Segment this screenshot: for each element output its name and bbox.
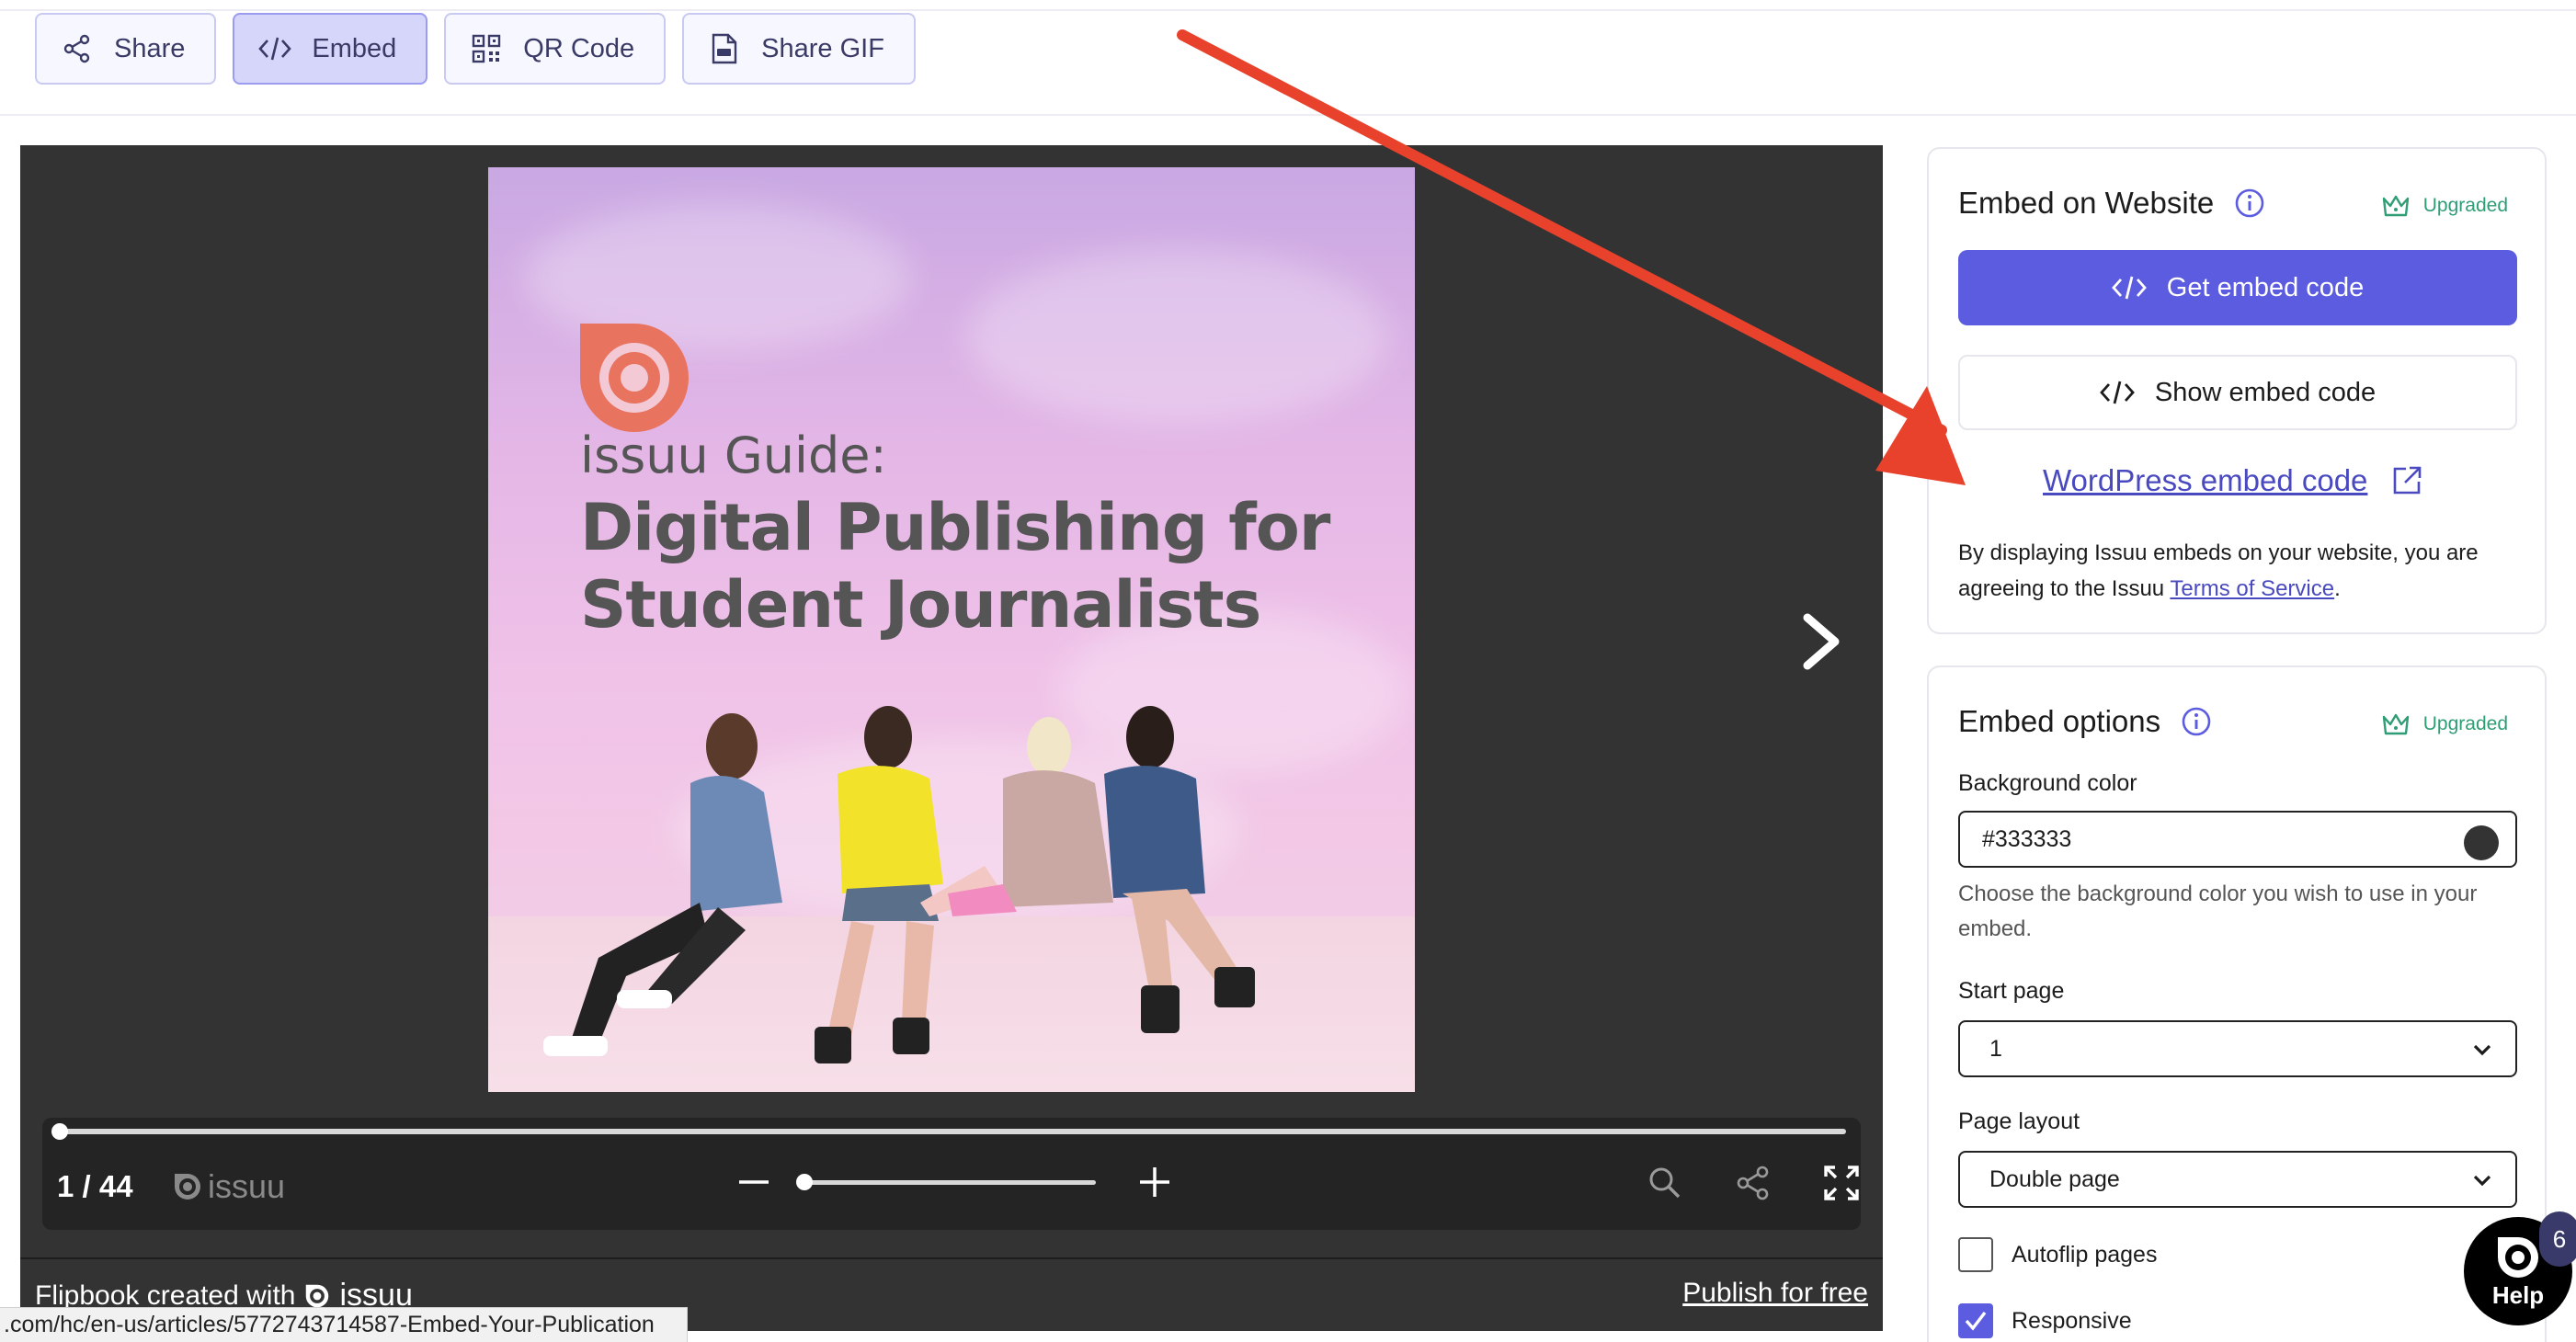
embed-options-title-row: Embed options	[1958, 704, 2212, 739]
gif-file-icon	[708, 32, 741, 65]
upgraded-badge-label: Upgraded	[2422, 713, 2508, 734]
responsive-label: Responsive	[2012, 1307, 2132, 1334]
code-icon	[2111, 276, 2147, 300]
tab-share[interactable]: Share	[35, 13, 217, 85]
tab-share-gif[interactable]: Share GIF	[682, 13, 916, 85]
chevron-down-icon	[2473, 1044, 2491, 1056]
show-embed-code-label: Show embed code	[2154, 377, 2377, 407]
fullscreen-icon[interactable]	[1822, 1164, 1861, 1202]
background-color-input[interactable]: #333333	[1958, 811, 2517, 868]
disclaimer-end: .	[2334, 576, 2341, 601]
external-link-icon	[2394, 466, 2422, 495]
tab-qr-code[interactable]: QR Code	[444, 13, 667, 85]
help-logo-icon	[2498, 1236, 2538, 1278]
next-page-icon[interactable]	[1795, 605, 1850, 678]
page: Share Embed QR Code Share GIF issuu Guid…	[0, 0, 2576, 1342]
crown-icon	[2382, 713, 2409, 735]
start-page-select[interactable]: 1	[1958, 1020, 2517, 1077]
embed-disclaimer: By displaying Issuu embeds on your websi…	[1958, 535, 2528, 607]
publication-cover[interactable]: issuu Guide: Digital Publishing for Stud…	[488, 167, 1415, 1092]
autoflip-pages-checkbox[interactable]	[1958, 1237, 1993, 1272]
qr-code-icon	[470, 32, 503, 65]
upgraded-badge-label: Upgraded	[2422, 195, 2508, 216]
background-color-swatch[interactable]	[2464, 825, 2499, 860]
get-embed-code-button[interactable]: Get embed code	[1958, 250, 2517, 325]
info-icon[interactable]	[2181, 706, 2212, 737]
tab-embed-label: Embed	[312, 33, 397, 63]
page-layout-label: Page layout	[1958, 1109, 2080, 1134]
publish-for-free-link[interactable]: Publish for free	[1682, 1278, 1868, 1309]
viewer-brand-label: issuu	[208, 1167, 286, 1205]
background-color-label: Background color	[1958, 770, 2137, 796]
page-progress-track[interactable]	[57, 1129, 1846, 1134]
tab-share-label: Share	[114, 33, 186, 63]
page-layout-value: Double page	[1989, 1166, 2120, 1192]
help-label: Help	[2491, 1280, 2545, 1309]
background-color-help: Choose the background color you wish to …	[1958, 881, 2478, 941]
upgraded-badge: Upgraded	[2381, 193, 2508, 219]
chevron-down-icon	[2473, 1175, 2491, 1187]
viewer-controls: 1 / 44 issuu	[42, 1118, 1861, 1230]
zoom-slider-handle[interactable]	[796, 1174, 813, 1190]
share-tabs: Share Embed QR Code Share GIF	[35, 13, 916, 85]
responsive-checkbox[interactable]	[1958, 1303, 1993, 1338]
embed-on-website-title-row: Embed on Website	[1958, 186, 2265, 221]
zoom-slider-track[interactable]	[804, 1180, 1096, 1185]
responsive-option[interactable]: Responsive	[1958, 1303, 2132, 1338]
checkmark-icon	[1965, 1311, 1987, 1331]
get-embed-code-label: Get embed code	[2166, 272, 2365, 302]
zoom-in-icon[interactable]	[1136, 1164, 1173, 1200]
embed-on-website-card: Embed on Website Upgraded Get embed code…	[1927, 147, 2547, 634]
autoflip-pages-option[interactable]: Autoflip pages	[1958, 1237, 2157, 1272]
terms-of-service-link[interactable]: Terms of Service	[2170, 576, 2334, 601]
wordpress-embed-code-label: WordPress embed code	[2043, 463, 2368, 497]
top-divider	[0, 9, 2576, 11]
flipbook-viewer[interactable]: issuu Guide: Digital Publishing for Stud…	[20, 145, 1883, 1331]
search-icon[interactable]	[1646, 1164, 1684, 1202]
start-page-label: Start page	[1958, 978, 2065, 1004]
wordpress-embed-code-link[interactable]: WordPress embed code	[2043, 463, 2422, 498]
autoflip-pages-label: Autoflip pages	[2012, 1241, 2158, 1268]
footer-issuu-logo-icon	[306, 1284, 329, 1307]
code-icon	[258, 32, 292, 65]
embed-on-website-title: Embed on Website	[1958, 186, 2215, 220]
show-embed-code-button[interactable]: Show embed code	[1958, 355, 2517, 430]
background-color-value: #333333	[1982, 825, 2072, 852]
issuu-small-logo-icon	[175, 1174, 200, 1200]
embed-options-title: Embed options	[1958, 704, 2161, 738]
zoom-out-icon[interactable]	[735, 1164, 772, 1200]
tab-embed[interactable]: Embed	[233, 13, 428, 85]
cover-people-illustration	[543, 706, 1255, 1063]
page-progress-handle[interactable]	[51, 1123, 68, 1140]
code-icon	[2100, 381, 2135, 404]
help-notification-badge: 6	[2539, 1211, 2576, 1267]
upgraded-badge: Upgraded	[2381, 711, 2508, 737]
viewer-brand[interactable]: issuu	[173, 1167, 285, 1206]
share-icon	[61, 32, 94, 65]
start-page-value: 1	[1989, 1035, 2002, 1062]
tab-share-gif-label: Share GIF	[761, 33, 884, 63]
embed-options-card: Embed options Upgraded Background color …	[1927, 665, 2547, 1342]
info-icon[interactable]	[2234, 188, 2265, 219]
page-indicator: 1 / 44	[57, 1169, 133, 1203]
tab-qr-code-label: QR Code	[523, 33, 635, 63]
viewer-share-icon[interactable]	[1734, 1164, 1772, 1202]
status-bar-url: .com/hc/en-us/articles/5772743714587-Emb…	[0, 1307, 688, 1342]
page-layout-select[interactable]: Double page	[1958, 1151, 2517, 1208]
tabs-divider	[0, 114, 2576, 116]
crown-icon	[2382, 195, 2409, 217]
